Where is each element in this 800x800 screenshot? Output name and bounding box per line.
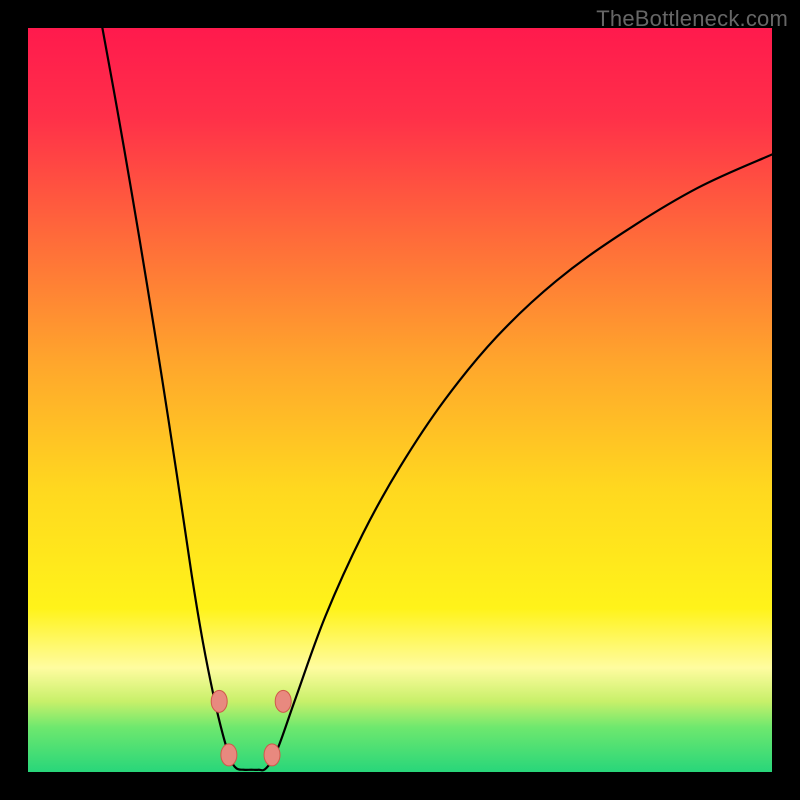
chart-frame	[28, 28, 772, 772]
watermark-text: TheBottleneck.com	[596, 6, 788, 32]
marker-point	[264, 744, 280, 766]
chart-background	[28, 28, 772, 772]
marker-point	[221, 744, 237, 766]
marker-point	[211, 690, 227, 712]
chart-svg	[28, 28, 772, 772]
marker-point	[275, 690, 291, 712]
